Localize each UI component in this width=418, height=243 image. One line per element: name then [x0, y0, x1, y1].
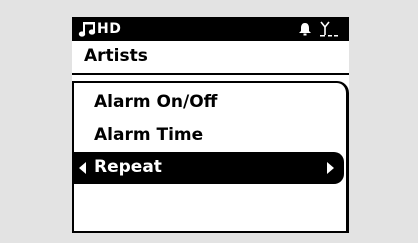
device-screen: HD Artists Alarm On/Off Alarm Time Repea… [72, 17, 349, 233]
arrow-right-icon [327, 162, 334, 174]
signal-antenna-icon [319, 20, 341, 38]
source-label: HD [97, 21, 122, 37]
status-right [297, 20, 341, 38]
menu-item-label: Repeat [94, 157, 162, 177]
status-left: HD [78, 20, 121, 38]
menu-item-label: Alarm Time [94, 125, 204, 145]
status-bar: HD [72, 17, 349, 41]
menu-list: Alarm On/Off Alarm Time Repeat [72, 81, 349, 233]
menu-item-repeat[interactable]: Repeat [74, 152, 344, 184]
menu-item-alarm-onoff[interactable]: Alarm On/Off [74, 87, 344, 119]
alarm-bell-icon [297, 21, 313, 37]
arrow-left-icon [79, 162, 86, 174]
menu-item-label: Alarm On/Off [94, 92, 218, 112]
music-note-icon [78, 20, 96, 38]
list-header: Artists [72, 41, 349, 75]
page-title: Artists [84, 46, 148, 66]
menu-item-alarm-time[interactable]: Alarm Time [74, 120, 344, 152]
